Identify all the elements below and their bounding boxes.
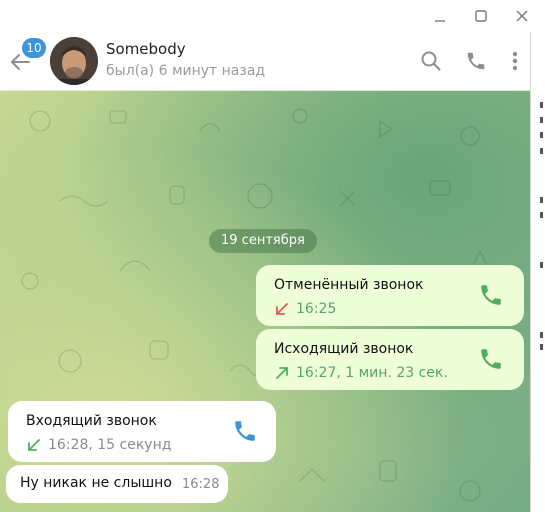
text-message[interactable]: Ну никак не слышно 16:28 xyxy=(6,465,228,503)
avatar[interactable] xyxy=(50,37,98,85)
outgoing-arrow-icon xyxy=(276,367,288,379)
date-separator: 19 сентября xyxy=(209,229,317,253)
contact-name[interactable]: Somebody xyxy=(106,40,186,58)
more-vertical-icon[interactable] xyxy=(502,48,528,74)
call-title: Отменённый звонок xyxy=(274,277,424,293)
call-back-phone-icon[interactable] xyxy=(232,418,258,444)
call-back-phone-icon[interactable] xyxy=(478,282,504,308)
call-message-incoming[interactable]: Входящий звонок 16:28, 15 секунд xyxy=(8,401,276,462)
call-back-phone-icon[interactable] xyxy=(478,346,504,372)
close-icon[interactable] xyxy=(508,4,536,28)
chat-header: 10 Somebody был(а) 6 минут назад xyxy=(0,32,530,91)
unread-badge: 10 xyxy=(22,38,46,58)
call-message-cancelled[interactable]: Отменённый звонок 16:25 xyxy=(256,265,524,326)
call-time: 16:28, 15 секунд xyxy=(48,437,172,453)
contact-status: был(а) 6 минут назад xyxy=(106,63,266,79)
message-text: Ну никак не слышно xyxy=(20,475,172,491)
window-titlebar xyxy=(0,0,545,32)
missed-arrow-icon xyxy=(276,303,288,315)
call-message-outgoing[interactable]: Исходящий звонок 16:27, 1 мин. 23 сек. xyxy=(256,329,524,390)
call-meta: 16:27, 1 мин. 23 сек. xyxy=(274,365,448,381)
call-meta: 16:28, 15 секунд xyxy=(26,437,171,453)
call-time: 16:27, 1 мин. 23 сек. xyxy=(296,365,448,381)
chat-area[interactable]: 19 сентября Отменённый звонок 16:25 Исхо… xyxy=(0,91,530,512)
incoming-arrow-icon xyxy=(28,439,40,451)
search-icon[interactable] xyxy=(418,48,444,74)
message-time: 16:28 xyxy=(182,477,220,492)
side-panel-edge xyxy=(530,32,545,512)
call-title: Исходящий звонок xyxy=(274,341,414,357)
call-time: 16:25 xyxy=(296,301,337,317)
phone-icon[interactable] xyxy=(463,48,489,74)
maximize-icon[interactable] xyxy=(467,4,495,28)
call-title: Входящий звонок xyxy=(26,413,157,429)
call-meta: 16:25 xyxy=(274,301,336,317)
minimize-icon[interactable] xyxy=(426,4,454,28)
